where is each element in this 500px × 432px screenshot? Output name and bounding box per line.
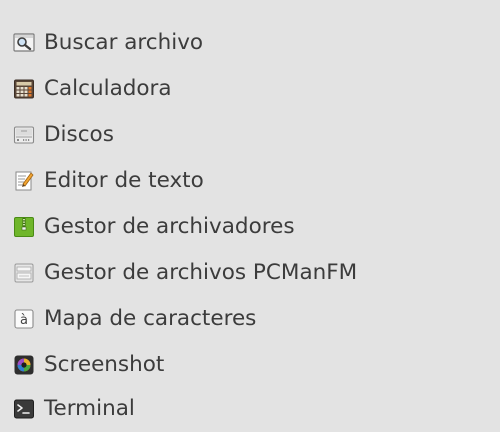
menu-item-screenshot[interactable]: Screenshot — [0, 342, 500, 388]
calculator-icon — [13, 78, 35, 100]
menu-item-terminal[interactable]: Terminal — [0, 386, 500, 432]
menu-item-discos[interactable]: Discos — [0, 112, 500, 158]
application-menu: Buscar archivo Calculadora Discos Editor… — [0, 0, 500, 430]
screenshot-icon — [13, 354, 35, 376]
menu-item-label: Terminal — [44, 396, 135, 421]
file-manager-icon — [13, 262, 35, 284]
text-editor-icon — [13, 170, 35, 192]
menu-item-label: Mapa de caracteres — [44, 306, 257, 331]
menu-item-gestor-de-archivos-pcmanfm[interactable]: Gestor de archivos PCManFM — [0, 250, 500, 296]
menu-item-calculadora[interactable]: Calculadora — [0, 66, 500, 112]
menu-item-buscar-archivo[interactable]: Buscar archivo — [0, 20, 500, 66]
character-map-icon: à — [13, 308, 35, 330]
menu-item-mapa-de-caracteres[interactable]: à Mapa de caracteres — [0, 296, 500, 342]
archive-manager-icon — [13, 216, 35, 238]
menu-item-label: Screenshot — [44, 352, 165, 377]
magnifier-icon — [13, 32, 35, 54]
menu-item-label: Gestor de archivadores — [44, 214, 295, 239]
menu-item-label: Editor de texto — [44, 168, 204, 193]
menu-item-label: Gestor de archivos PCManFM — [44, 260, 358, 285]
svg-text:à: à — [20, 313, 28, 328]
menu-item-editor-de-texto[interactable]: Editor de texto — [0, 158, 500, 204]
menu-item-label: Calculadora — [44, 76, 172, 101]
menu-item-gestor-de-archivadores[interactable]: Gestor de archivadores — [0, 204, 500, 250]
menu-item-label: Buscar archivo — [44, 30, 204, 55]
menu-item-label: Discos — [44, 122, 114, 147]
disk-icon — [13, 124, 35, 146]
terminal-icon — [13, 398, 35, 420]
